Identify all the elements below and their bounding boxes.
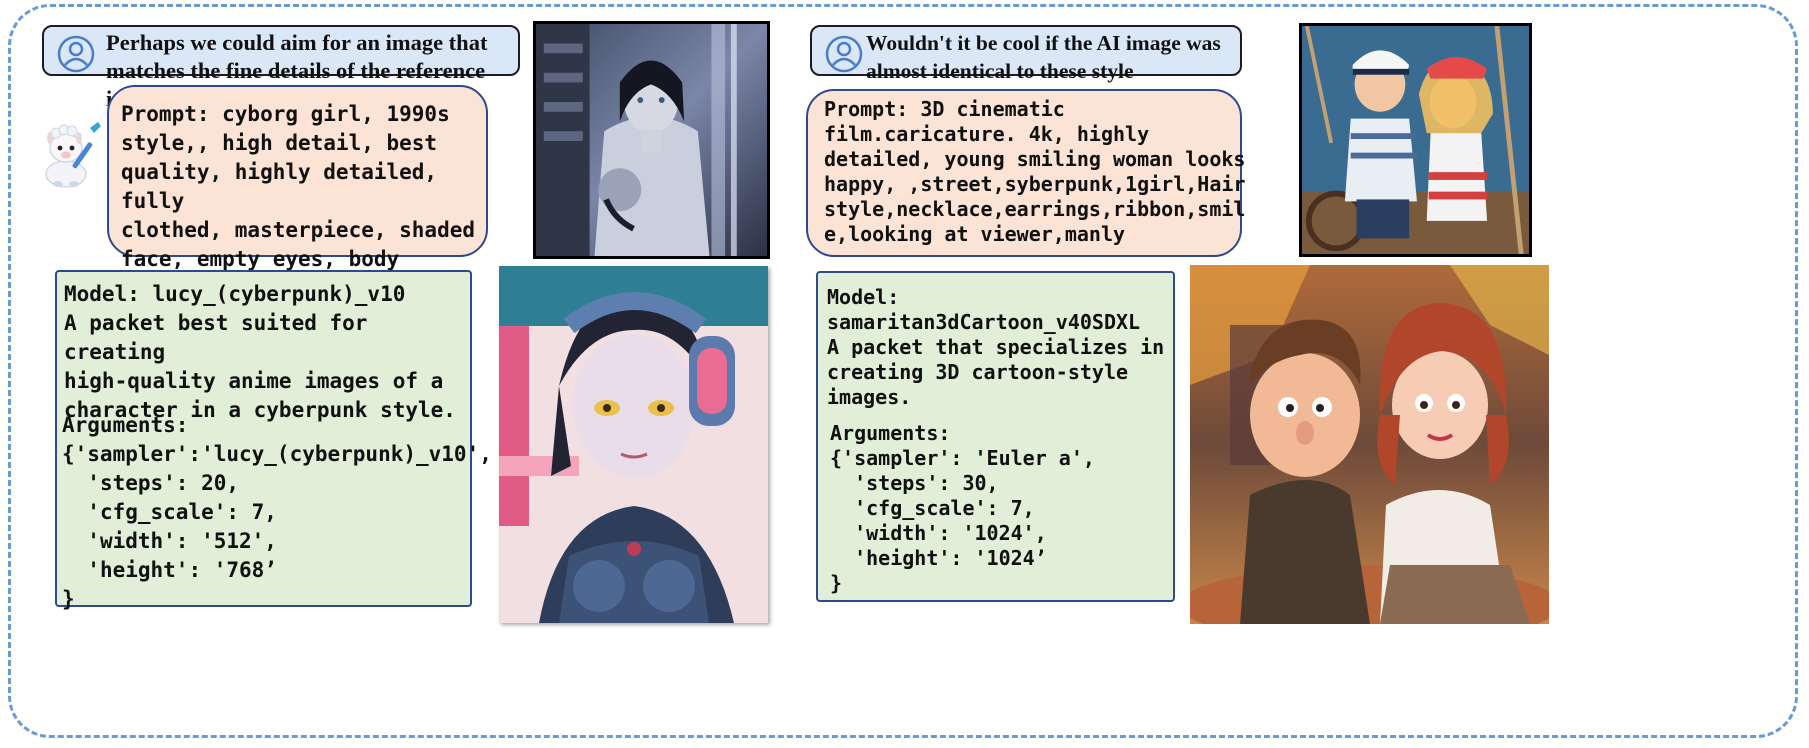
left-prompt-bubble: Prompt: cyborg girl, 1990s style,, high … <box>107 85 488 358</box>
figure-canvas: Perhaps we could aim for an image that m… <box>0 0 1809 748</box>
left-model-box: Model: lucy_(cyberpunk)_v10 A packet bes… <box>55 270 492 611</box>
sailor-couple-reference-image <box>1299 23 1532 257</box>
left-arguments: Arguments: {'sampler':'lucy_(cyberpunk)_… <box>62 413 492 611</box>
right-model-box: Model: samaritan3dCartoon_v40SDXL A pack… <box>816 271 1175 602</box>
left-model-description: Model: lucy_(cyberpunk)_v10 A packet bes… <box>64 282 456 422</box>
left-user-question-bubble: Perhaps we could aim for an image that m… <box>42 25 520 111</box>
cyberpunk-generated-image <box>499 266 768 623</box>
llama-painter-icon <box>45 122 101 188</box>
user-avatar-icon <box>825 35 863 73</box>
right-prompt-bubble: Prompt: 3D cinematic film.caricature. 4k… <box>806 89 1246 257</box>
user-avatar-icon <box>57 35 95 73</box>
right-prompt-text: Prompt: 3D cinematic film.caricature. 4k… <box>824 97 1246 246</box>
right-arguments: Arguments: {'sampler': 'Euler a', 'steps… <box>830 421 1095 595</box>
cartoon-couple-generated-image <box>1190 265 1549 624</box>
right-model-description: Model: samaritan3dCartoon_v40SDXL A pack… <box>827 285 1165 409</box>
cyborg-reference-image <box>533 21 770 259</box>
right-user-question-bubble: Wouldn't it be cool if the AI image was … <box>810 25 1242 111</box>
